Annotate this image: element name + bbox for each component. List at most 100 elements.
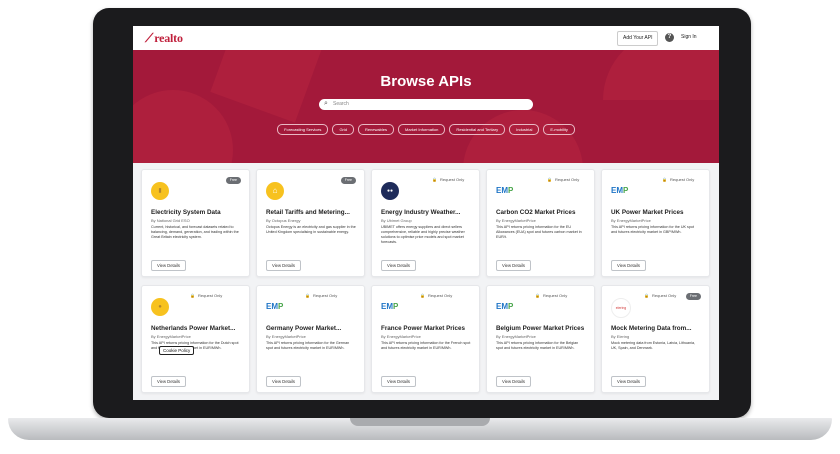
sign-in-link[interactable]: Sign In (681, 34, 697, 40)
view-details-button[interactable]: View Details (151, 376, 186, 387)
request-only-label: 🔒 Request Only (644, 293, 676, 298)
free-badge: Free (340, 177, 356, 184)
api-card[interactable]: EMP 🔒 Request Only Belgium Power Market P… (486, 285, 595, 393)
card-title: Netherlands Power Market... (151, 325, 236, 332)
hero-banner: Browse APIs ⌕ Search Forecasting Service… (133, 50, 719, 163)
search-input[interactable]: ⌕ Search (319, 99, 533, 110)
request-only-text: Request Only (312, 293, 338, 298)
emp-logo-icon: EMP (496, 302, 514, 311)
request-only-label: 🔒 Request Only (547, 177, 579, 182)
filter-chip-market-information[interactable]: Market Information (398, 124, 446, 135)
card-provider: By Octopus Energy (266, 218, 301, 223)
api-card[interactable]: elering 🔒 Request Only Free Mock Metering… (601, 285, 710, 393)
card-description: Current, historical, and forecast datase… (151, 225, 239, 239)
api-card[interactable]: ●● 🔒 Request Only Energy Industry Weather… (371, 169, 480, 277)
request-only-label: 🔒 Request Only (190, 293, 222, 298)
cookie-policy-button[interactable]: Cookie Policy (159, 346, 195, 355)
filter-chip-industrial[interactable]: Industrial (509, 124, 540, 135)
filter-chip-grid[interactable]: Grid (332, 124, 354, 135)
view-details-button[interactable]: View Details (381, 260, 416, 271)
card-title: Mock Metering Data from... (611, 325, 692, 332)
view-details-button[interactable]: View Details (381, 376, 416, 387)
view-details-button[interactable]: View Details (496, 376, 531, 387)
request-only-label: 🔒 Request Only (432, 177, 464, 182)
request-only-label: 🔒 Request Only (535, 293, 567, 298)
view-details-button[interactable]: View Details (611, 376, 646, 387)
request-only-text: Request Only (439, 177, 465, 182)
card-description: This API returns pricing information for… (611, 225, 695, 234)
emp-logo-icon: EMP (266, 302, 284, 311)
lock-icon: 🔒 (644, 293, 649, 298)
search-placeholder: Search (333, 101, 349, 107)
card-title: UK Power Market Prices (611, 209, 684, 216)
api-card[interactable]: EMP 🔒 Request Only UK Power Market Prices… (601, 169, 710, 277)
api-card[interactable]: ▮ Free Electricity System Data By Nation… (141, 169, 250, 277)
api-card[interactable]: ⌂ Free Retail Tariffs and Metering... By… (256, 169, 365, 277)
lock-icon: 🔒 (305, 293, 310, 298)
page-title: Browse APIs (380, 73, 472, 90)
search-icon: ⌕ (324, 100, 328, 107)
view-details-button[interactable]: View Details (611, 260, 646, 271)
lock-icon: 🔒 (190, 293, 195, 298)
card-provider: By Ubimet Group (381, 218, 412, 223)
free-badge: Free (685, 293, 701, 300)
card-description: This API returns pricing information for… (266, 341, 350, 350)
card-description: Mock metering data from Estonia, Latvia,… (611, 341, 696, 350)
request-only-label: 🔒 Request Only (662, 177, 694, 182)
card-provider: By EnergyMarketPrice (496, 218, 536, 223)
lock-icon: 🔒 (420, 293, 425, 298)
request-only-label: 🔒 Request Only (420, 293, 452, 298)
card-provider: By EnergyMarketPrice (381, 334, 421, 339)
card-description: This API returns pricing information for… (496, 225, 582, 239)
card-description: UBIMET offers energy suppliers and direc… (381, 225, 465, 244)
lock-icon: 🔒 (535, 293, 540, 298)
card-title: Carbon CO2 Market Prices (496, 209, 576, 216)
elering-logo-icon: elering (611, 298, 631, 318)
bulb-icon: ▮ (151, 182, 169, 200)
lock-icon: 🔒 (547, 177, 552, 182)
filter-chip-residential[interactable]: Residential and Tertiary (449, 124, 506, 135)
request-only-text: Request Only (542, 293, 568, 298)
lock-icon: 🔒 (662, 177, 667, 182)
house-icon: ⌂ (266, 182, 284, 200)
card-provider: By EnergyMarketPrice (151, 334, 191, 339)
filter-chip-renewables[interactable]: Renewables (358, 124, 395, 135)
request-only-text: Request Only (669, 177, 695, 182)
emp-logo-icon: EMP (611, 186, 629, 195)
card-provider: By Elering (611, 334, 630, 339)
request-only-text: Request Only (554, 177, 580, 182)
filter-chip-forecasting[interactable]: Forecasting Services (277, 124, 329, 135)
lock-icon: 🔒 (432, 177, 437, 182)
bulb-icon: ● (151, 298, 169, 316)
request-only-text: Request Only (427, 293, 453, 298)
card-description: This API returns pricing information for… (381, 341, 471, 350)
card-title: Retail Tariffs and Metering... (266, 209, 350, 216)
ubimet-logo-icon: ●● (381, 182, 399, 200)
top-nav: ⟋realto Add Your API ? Sign In (133, 26, 719, 51)
request-only-label: 🔒 Request Only (305, 293, 337, 298)
emp-logo-icon: EMP (381, 302, 399, 311)
category-filters: Forecasting Services Grid Renewables Mar… (133, 124, 719, 135)
view-details-button[interactable]: View Details (266, 376, 301, 387)
view-details-button[interactable]: View Details (151, 260, 186, 271)
view-details-button[interactable]: View Details (266, 260, 301, 271)
api-card[interactable]: ● 🔒 Request Only Netherlands Power Market… (141, 285, 250, 393)
filter-chip-emobility[interactable]: E-mobility (543, 124, 575, 135)
add-api-button[interactable]: Add Your API (617, 31, 659, 46)
hero-decor-circle (463, 110, 583, 163)
card-title: France Power Market Prices (381, 325, 465, 332)
api-card[interactable]: EMP 🔒 Request Only France Power Market Pr… (371, 285, 480, 393)
card-provider: By EnergyMarketPrice (496, 334, 536, 339)
realto-logo[interactable]: ⟋realto (145, 31, 183, 46)
api-card[interactable]: EMP 🔒 Request Only Germany Power Market..… (256, 285, 365, 393)
card-description: Octopus Energy is an electricity and gas… (266, 225, 356, 234)
card-description: This API returns pricing information for… (496, 341, 579, 350)
logo-text: realto (154, 31, 183, 45)
help-icon[interactable]: ? (665, 33, 674, 42)
view-details-button[interactable]: View Details (496, 260, 531, 271)
free-badge: Free (225, 177, 241, 184)
card-title: Belgium Power Market Prices (496, 325, 585, 332)
api-card[interactable]: EMP 🔒 Request Only Carbon CO2 Market Pric… (486, 169, 595, 277)
card-provider: By EnergyMarketPrice (266, 334, 306, 339)
laptop-notch (350, 418, 490, 426)
